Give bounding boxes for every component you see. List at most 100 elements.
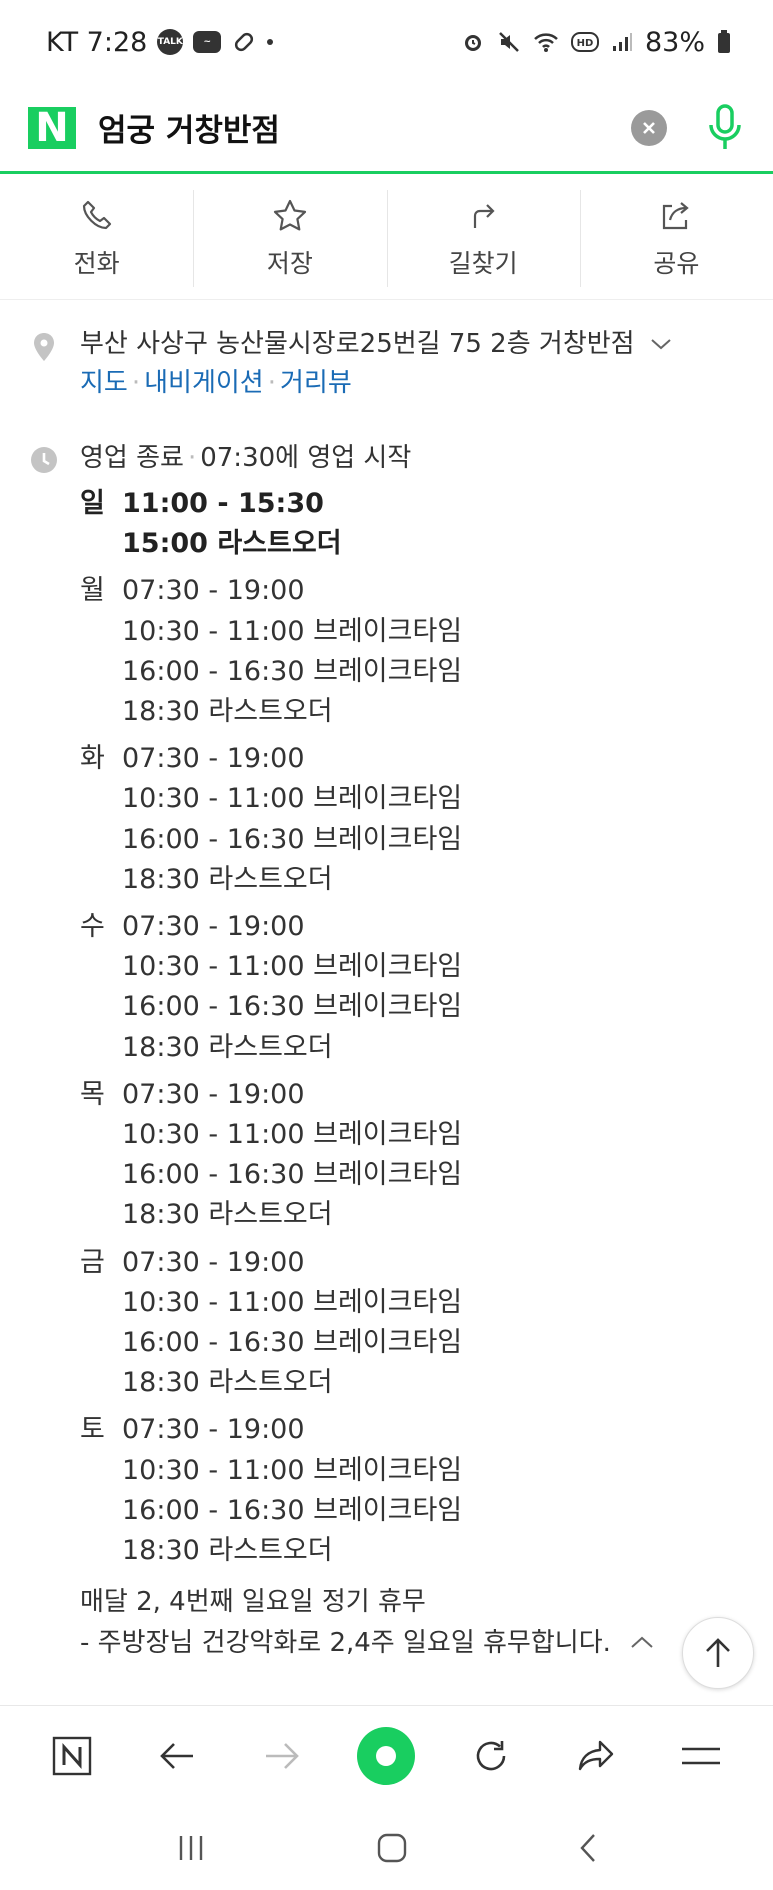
- battery-icon: [718, 30, 730, 53]
- day-hours: 07:30 - 19:00 10:30 - 11:00 브레이크타임 16:00 -…: [122, 907, 462, 1068]
- hours-day-row: 수 07:30 - 19:00 10:30 - 11:00 브레이크타임 16:00 …: [80, 907, 748, 1068]
- carrier-time: KT 7:28: [46, 26, 148, 58]
- address-section: 부산 사상구 농산물시장로25번길 75 2층 거창반점 지도 · 내비게이션 · 거리…: [28, 325, 748, 403]
- microphone-icon: [709, 103, 741, 149]
- system-back-icon[interactable]: [577, 1832, 599, 1864]
- share-page-button[interactable]: [566, 1726, 626, 1786]
- action-bar: 전화 저장 길찾기 공유: [0, 178, 773, 300]
- day-name: 화: [80, 743, 105, 775]
- address-row[interactable]: 부산 사상구 농산물시장로25번길 75 2층 거창반점: [80, 325, 748, 363]
- search-query[interactable]: 엄궁 거창반점: [98, 105, 631, 150]
- menu-icon: [681, 1747, 720, 1764]
- street-view-link[interactable]: 거리뷰: [280, 368, 352, 398]
- status-bar: KT 7:28 TALK ~ HD 83%: [0, 0, 773, 84]
- hours-day-row: 토 07:30 - 19:00 10:30 - 11:00 브레이크타임 16:00 …: [80, 1410, 748, 1571]
- day-name: 목: [80, 1078, 105, 1110]
- more-notifications-icon: [267, 39, 274, 45]
- naver-n-icon: [53, 1736, 92, 1775]
- hours-line: 18:30 라스트오더: [122, 696, 333, 728]
- business-hours-section: 영업 종료 · 07:30에 영업 시작 일 11:00 - 15:30 15:00 라…: [28, 438, 748, 1660]
- battery-percent: 83%: [644, 26, 705, 58]
- star-icon: [273, 199, 306, 230]
- hours-day-row: 월 07:30 - 19:00 10:30 - 11:00 브레이크타임 16:00 …: [80, 571, 748, 732]
- day-name: 일: [80, 488, 105, 519]
- directions-label: 길찾기: [448, 248, 518, 278]
- hours-line: 10:30 - 11:00 브레이크타임: [122, 951, 463, 983]
- holiday-remark: - 주방장님 건강악화로 2,4주 일요일 휴무합니다.: [80, 1628, 611, 1659]
- address-text: 부산 사상구 농산물시장로25번길 75 2층 거창반점: [80, 329, 635, 359]
- address-links: 지도 · 내비게이션 · 거리뷰: [80, 363, 748, 403]
- hours-day-row: 목 07:30 - 19:00 10:30 - 11:00 브레이크타임 16:00 …: [80, 1075, 748, 1236]
- directions-button[interactable]: 길찾기: [386, 178, 580, 299]
- refresh-icon: [476, 1740, 506, 1770]
- svg-text:HD: HD: [577, 38, 594, 49]
- day-hours: 07:30 - 19:00 10:30 - 11:00 브레이크타임 16:00 -…: [122, 1075, 462, 1236]
- hours-line: 07:30 - 19:00: [122, 911, 305, 943]
- regular-holiday-note: 매달 2, 4번째 일요일 정기 휴무: [80, 1587, 426, 1618]
- call-button[interactable]: 전화: [0, 178, 193, 299]
- next-open-time: 07:30에 영업 시작: [200, 443, 412, 473]
- hours-line: 18:30 라스트오더: [122, 1031, 333, 1063]
- hours-line: 07:30 - 19:00: [122, 1078, 305, 1110]
- arrow-left-icon: [160, 1742, 194, 1769]
- app-notification-icon: ~: [193, 31, 222, 53]
- talk-notification-icon: TALK: [157, 29, 184, 55]
- hours-line: 16:00 - 16:30 브레이크타임: [122, 991, 463, 1023]
- save-button[interactable]: 저장: [193, 178, 386, 299]
- chevron-down-icon[interactable]: [649, 336, 673, 352]
- hours-line: 16:00 - 16:30 브레이크타임: [122, 823, 463, 855]
- chevron-up-icon[interactable]: [629, 1633, 655, 1651]
- hours-line: 07:30 - 19:00: [122, 1246, 305, 1278]
- scroll-to-top-button[interactable]: [682, 1617, 754, 1689]
- hours-line: 07:30 - 19:00: [122, 743, 305, 775]
- close-icon: [643, 121, 655, 134]
- day-hours: 07:30 - 19:00 10:30 - 11:00 브레이크타임 16:00 -…: [122, 571, 462, 732]
- location-pin-icon: [34, 333, 54, 361]
- hours-line: 16:00 - 16:30 브레이크타임: [122, 1159, 463, 1191]
- day-name: 금: [80, 1246, 105, 1278]
- hours-line: 10:30 - 11:00 브레이크타임: [122, 783, 463, 815]
- navigation-link[interactable]: 내비게이션: [144, 368, 264, 398]
- alarm-icon: [464, 35, 481, 51]
- day-hours: 07:30 - 19:00 10:30 - 11:00 브레이크타임 16:00 -…: [122, 739, 462, 900]
- search-header: N 엄궁 거창반점: [0, 84, 773, 174]
- refresh-button[interactable]: [461, 1726, 521, 1786]
- arrow-up-icon: [706, 1638, 730, 1667]
- naver-logo[interactable]: N: [28, 105, 76, 151]
- hours-list: 일 11:00 - 15:30 15:00 라스트오더 월 07:30 - 19:00 1…: [80, 484, 748, 1571]
- call-label: 전화: [73, 248, 120, 278]
- browser-toolbar: [0, 1705, 773, 1805]
- day-name: 토: [80, 1414, 105, 1446]
- hours-line: 07:30 - 19:00: [122, 575, 305, 607]
- hours-day-row: 일 11:00 - 15:30 15:00 라스트오더: [80, 484, 748, 564]
- share-button[interactable]: 공유: [579, 178, 773, 299]
- map-link[interactable]: 지도: [80, 368, 128, 398]
- forward-button[interactable]: [252, 1726, 312, 1786]
- hours-line: 16:00 - 16:30 브레이크타임: [122, 1327, 463, 1359]
- home-icon[interactable]: [376, 1832, 408, 1864]
- naver-home-button[interactable]: [42, 1726, 102, 1786]
- hours-line: 16:00 - 16:30 브레이크타임: [122, 655, 463, 687]
- hours-day-row: 화 07:30 - 19:00 10:30 - 11:00 브레이크타임 16:00 …: [80, 739, 748, 900]
- day-name: 수: [80, 911, 105, 943]
- clock-icon: [31, 447, 57, 473]
- hours-status-row: 영업 종료 · 07:30에 영업 시작: [80, 438, 748, 478]
- recent-apps-icon[interactable]: [175, 1833, 207, 1863]
- separator-dot: ·: [187, 443, 197, 473]
- hours-day-row: 금 07:30 - 19:00 10:30 - 11:00 브레이크타임 16:00 …: [80, 1243, 748, 1404]
- mute-icon: [499, 32, 519, 52]
- day-hours: 11:00 - 15:30 15:00 라스트오더: [122, 484, 342, 564]
- menu-button[interactable]: [671, 1726, 731, 1786]
- wifi-icon: [534, 33, 558, 52]
- directions-icon: [474, 203, 495, 228]
- open-status: 영업 종료: [80, 443, 184, 473]
- back-button[interactable]: [147, 1726, 207, 1786]
- save-label: 저장: [266, 248, 313, 278]
- hours-line: 10:30 - 11:00 브레이크타임: [122, 615, 463, 647]
- hours-line: 10:30 - 11:00 브레이크타임: [122, 1286, 463, 1318]
- clear-search-button[interactable]: [631, 109, 667, 146]
- pill-notification-icon: [235, 32, 254, 52]
- day-hours: 07:30 - 19:00 10:30 - 11:00 브레이크타임 16:00 -…: [122, 1410, 462, 1571]
- green-dot-button[interactable]: [356, 1726, 416, 1786]
- voice-search-button[interactable]: [705, 102, 745, 154]
